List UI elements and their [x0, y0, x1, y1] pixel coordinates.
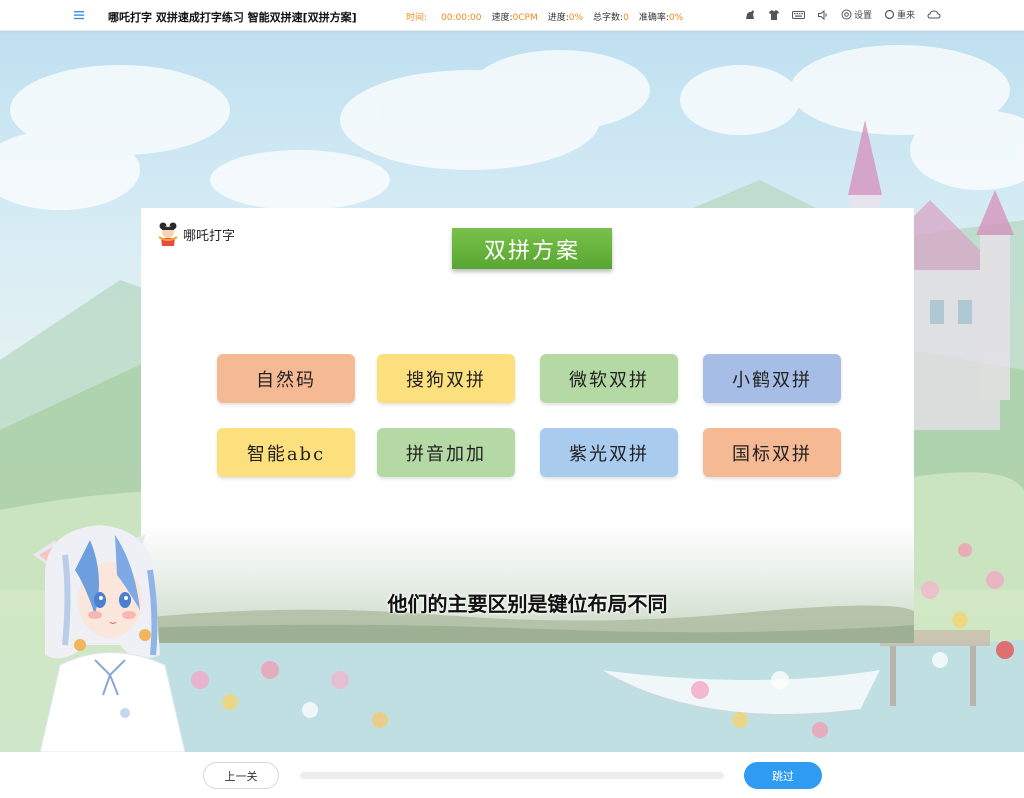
top-bar: 哪吒打字 双拼速成打字练习 智能双拼速[双拼方案] 时间: 00:00:00 速度…: [0, 0, 1024, 31]
lesson-progress-track: [300, 772, 724, 779]
page-title: 哪吒打字 双拼速成打字练习 智能双拼速[双拼方案]: [108, 11, 357, 24]
stat-total-value: 0: [623, 13, 629, 23]
toolbar: 设置 重来: [744, 8, 953, 21]
settings-label: 设置: [854, 11, 873, 21]
skin-icon[interactable]: [768, 9, 780, 21]
skip-button[interactable]: 跳过: [744, 762, 822, 789]
sound-icon[interactable]: [817, 9, 829, 21]
character-icon[interactable]: [744, 9, 756, 21]
option-microsoft[interactable]: 微软双拼: [540, 354, 678, 403]
logo-text: 哪吒打字: [183, 228, 236, 244]
settings-icon: [841, 9, 852, 20]
option-xiaohe[interactable]: 小鹤双拼: [703, 354, 841, 403]
stat-time-value: 00:00:00: [441, 13, 482, 23]
stat-time: 时间: 00:00:00: [406, 10, 481, 23]
bottom-bar: 上一关 跳过: [0, 752, 1024, 798]
narration-subtitle: 他们的主要区别是键位布局不同: [387, 592, 668, 616]
restart-label: 重来: [897, 11, 916, 21]
option-guobiao[interactable]: 国标双拼: [703, 428, 841, 477]
brand-logo: 哪吒打字: [157, 221, 235, 247]
stats-bar: 时间: 00:00:00 速度:0CPM 进度:0% 总字数:0 准确率:0%: [406, 10, 693, 23]
stat-speed-label: 速度:: [491, 13, 513, 23]
stat-progress: 进度:0%: [548, 10, 583, 23]
option-pinyin-jiajia[interactable]: 拼音加加: [377, 428, 515, 477]
stat-progress-label: 进度:: [547, 13, 569, 23]
stat-speed: 速度:0CPM: [491, 10, 537, 23]
lesson-card: 哪吒打字 双拼方案 自然码 搜狗双拼 微软双拼 小鹤双拼 智能abc 拼音加加 …: [141, 208, 914, 643]
restart-icon: [884, 9, 895, 20]
scheme-heading: 双拼方案: [452, 228, 612, 269]
stat-total-label: 总字数:: [593, 13, 624, 23]
card-landscape-fade: [141, 523, 914, 643]
guide-character: [33, 525, 186, 752]
stat-speed-value: 0CPM: [512, 13, 538, 23]
option-zhineng-abc[interactable]: 智能abc: [217, 428, 355, 477]
menu-icon[interactable]: [73, 9, 85, 21]
cloud-icon[interactable]: [927, 9, 941, 21]
stat-accuracy: 准确率:0%: [639, 10, 683, 23]
option-ziranma[interactable]: 自然码: [217, 354, 355, 403]
restart-button[interactable]: 重来: [884, 8, 915, 21]
prev-level-button[interactable]: 上一关: [203, 762, 279, 789]
option-ziguang[interactable]: 紫光双拼: [540, 428, 678, 477]
stat-accuracy-value: 0%: [668, 13, 684, 23]
settings-button[interactable]: 设置: [841, 8, 872, 21]
option-sogou[interactable]: 搜狗双拼: [377, 354, 515, 403]
stat-accuracy-label: 准确率:: [638, 13, 669, 23]
mascot-icon: [158, 222, 178, 246]
keyboard-icon[interactable]: [792, 9, 805, 21]
stat-total: 总字数:0: [593, 10, 629, 23]
stat-time-label: 时间:: [406, 13, 428, 23]
stat-progress-value: 0%: [568, 13, 584, 23]
